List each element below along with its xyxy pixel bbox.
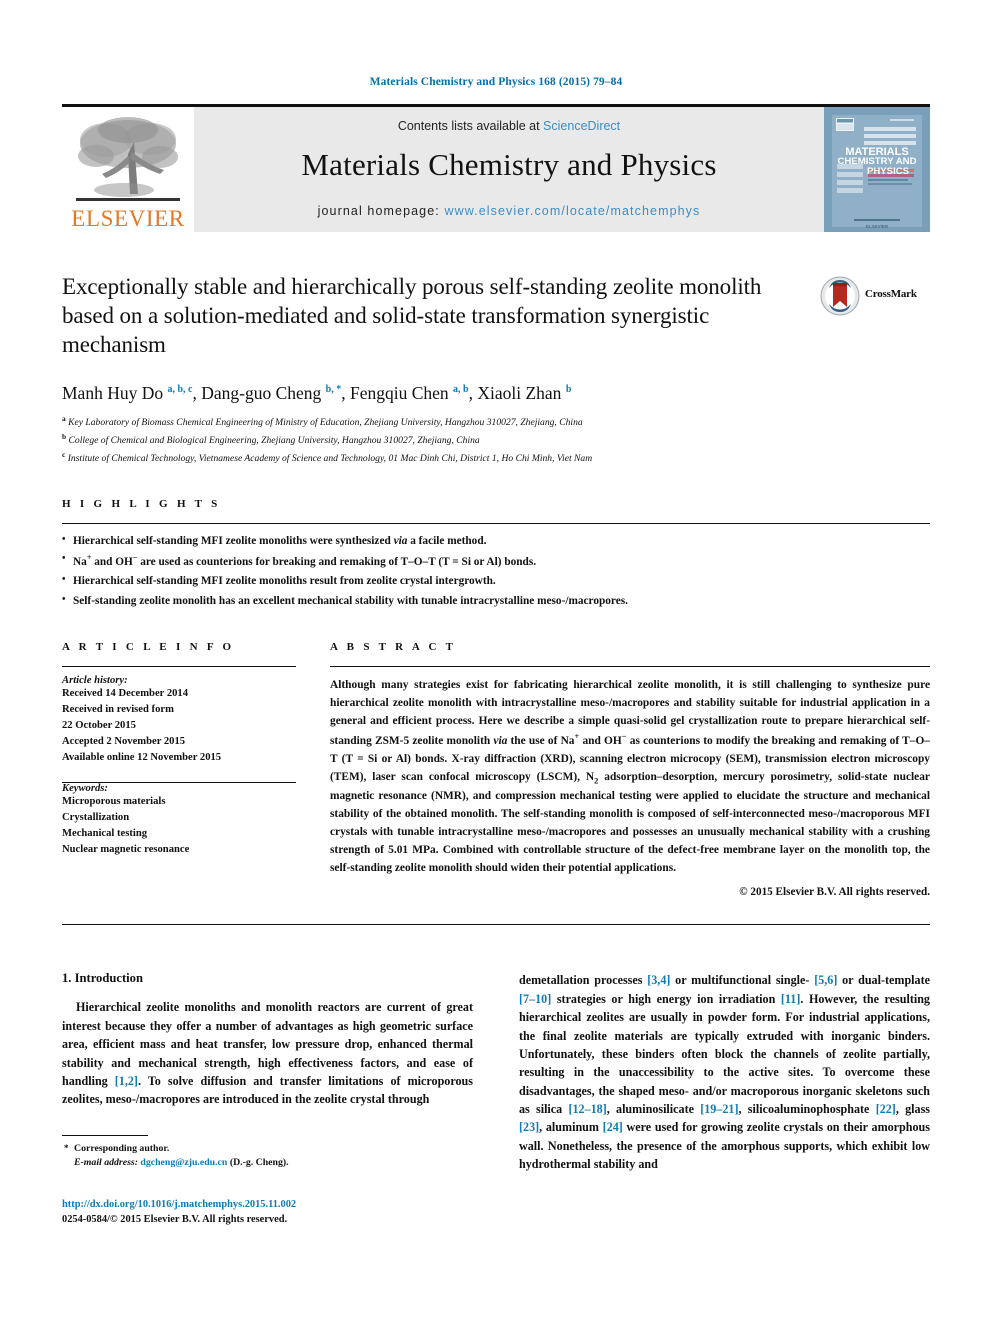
article-history-label: Article history: <box>62 674 128 686</box>
article-info-column: A R T I C L E I N F O Article history: R… <box>62 641 330 899</box>
introduction-paragraph-right: demetallation processes [3,4] or multifu… <box>519 973 930 1172</box>
affiliation-c-text: Institute of Chemical Technology, Vietna… <box>67 453 593 465</box>
footer-block: http://dx.doi.org/10.1016/j.matchemphys.… <box>62 1197 473 1227</box>
homepage-prefix: journal homepage: <box>317 204 445 218</box>
history-line-3: 22 October 2015 <box>62 719 136 731</box>
author-list: Manh Huy Do a, b, c, Dang-guo Cheng b, *… <box>62 382 572 403</box>
author-3-marks: a, b <box>453 383 469 395</box>
highlight-item-2: Na+ and OH− are used as counterions for … <box>62 550 930 572</box>
author-4-name: Xiaoli Zhan <box>477 382 562 403</box>
keywords-label: Keywords: <box>62 783 108 795</box>
author-4: Xiaoli Zhan b <box>477 383 571 403</box>
doi-link[interactable]: http://dx.doi.org/10.1016/j.matchemphys.… <box>62 1197 473 1212</box>
affiliation-b-mark: b <box>62 432 67 442</box>
body-columns: 1. Introduction Hierarchical zeolite mon… <box>62 971 930 1227</box>
affiliation-b-text: College of Chemical and Biological Engin… <box>68 435 480 447</box>
abstract-text: Although many strategies exist for fabri… <box>330 678 931 875</box>
abstract-rule <box>330 665 930 667</box>
corresponding-author-text: Corresponding author. <box>74 1142 170 1154</box>
author-1-name: Manh Huy Do <box>62 382 164 403</box>
highlights-rule <box>62 522 930 524</box>
introduction-heading: 1. Introduction <box>62 971 143 986</box>
keyword-2: Crystallization <box>62 812 130 824</box>
highlight-item-1: Hierarchical self-standing MFI zeolite m… <box>62 530 930 551</box>
crossmark-label: CrossMark <box>865 288 917 300</box>
email-label: E-mail address: <box>74 1157 138 1169</box>
body-column-left: 1. Introduction Hierarchical zeolite mon… <box>62 971 473 1227</box>
abstract-heading: A B S T R A C T <box>330 640 457 653</box>
affiliation-a-mark: a <box>62 414 66 424</box>
history-line-4: Accepted 2 November 2015 <box>62 735 186 747</box>
affiliation-b: b College of Chemical and Biological Eng… <box>62 431 930 449</box>
journal-banner: ELSEVIER Contents lists available at Sci… <box>62 104 930 232</box>
affiliation-c-mark: c <box>62 450 66 460</box>
section-divider <box>62 924 930 926</box>
issn-copyright-line: 0254-0584/© 2015 Elsevier B.V. All right… <box>62 1214 288 1226</box>
affiliation-a: a Key Laboratory of Biomass Chemical Eng… <box>62 413 930 431</box>
affiliation-c: c Institute of Chemical Technology, Viet… <box>62 449 930 467</box>
keyword-3: Mechanical testing <box>62 828 148 840</box>
keyword-1: Microporous materials <box>62 796 166 808</box>
author-1-marks: a, b, c <box>167 383 193 395</box>
abstract-column: A B S T R A C T Although many strategies… <box>330 640 931 899</box>
banner-center: Contents lists available at ScienceDirec… <box>194 107 824 232</box>
footnote-rule <box>62 1134 148 1136</box>
author-4-marks: b <box>565 383 572 395</box>
elsevier-logo: ELSEVIER <box>62 107 194 232</box>
article-info-heading: A R T I C L E I N F O <box>62 640 235 653</box>
keyword-4: Nuclear magnetic resonance <box>62 844 190 856</box>
highlight-item-4: Self-standing zeolite monolith has an ex… <box>62 591 930 611</box>
history-line-2: Received in revised form <box>62 703 174 715</box>
author-2-name: Dang-guo Cheng <box>201 382 322 403</box>
article-history-block: Article history: Received 14 December 20… <box>62 675 296 765</box>
affiliation-list: a Key Laboratory of Biomass Chemical Eng… <box>62 413 930 467</box>
sciencedirect-link[interactable]: ScienceDirect <box>543 119 620 133</box>
author-1: Manh Huy Do a, b, c <box>62 383 192 403</box>
title-block: Exceptionally stable and hierarchically … <box>62 272 930 360</box>
history-line-5: Available online 12 November 2015 <box>62 751 222 763</box>
author-2: Dang-guo Cheng b, * <box>201 383 341 403</box>
author-3-name: Fengqiu Chen <box>349 382 449 403</box>
email-note: E-mail address: dgcheng@zju.edu.cn (D.-g… <box>62 1156 473 1171</box>
crossmark-badge[interactable]: CrossMark <box>820 272 930 360</box>
body-column-right: demetallation processes [3,4] or multifu… <box>519 971 930 1227</box>
highlight-item-3: Hierarchical self-standing MFI zeolite m… <box>62 571 930 591</box>
highlights-heading: H I G H L I G H T S <box>62 497 221 510</box>
page-title: Exceptionally stable and hierarchically … <box>62 274 762 358</box>
elsevier-wordmark: ELSEVIER <box>71 206 185 231</box>
email-suffix: (D.-g. Cheng). <box>229 1157 289 1169</box>
highlights-list: Hierarchical self-standing MFI zeolite m… <box>62 530 930 611</box>
affiliation-a-text: Key Laboratory of Biomass Chemical Engin… <box>68 417 583 429</box>
article-page: Materials Chemistry and Physics 168 (201… <box>0 0 992 1323</box>
contents-list-line: Contents lists available at ScienceDirec… <box>398 119 620 133</box>
cover-artwork: MATERIALS CHEMISTRY AND PHYSICS ELSEVIER <box>824 107 930 232</box>
abstract-copyright: © 2015 Elsevier B.V. All rights reserved… <box>739 886 930 899</box>
article-info-rule <box>62 665 296 667</box>
footnote-area: * Corresponding author. E-mail address: d… <box>62 1134 473 1171</box>
crossmark-icon <box>820 276 860 316</box>
info-abstract-section: A R T I C L E I N F O Article history: R… <box>62 640 931 899</box>
keywords-block: Keywords: Microporous materials Crystall… <box>62 782 296 858</box>
running-head: Materials Chemistry and Physics 168 (201… <box>369 76 623 88</box>
elsevier-tree-icon <box>76 117 180 201</box>
journal-cover-thumbnail: MATERIALS CHEMISTRY AND PHYSICS ELSEVIER <box>824 107 930 232</box>
author-2-marks: b, * <box>325 383 342 395</box>
journal-title: Materials Chemistry and Physics <box>301 147 717 182</box>
email-link[interactable]: dgcheng@zju.edu.cn <box>140 1157 227 1168</box>
journal-homepage-link[interactable]: www.elsevier.com/locate/matchemphys <box>444 204 700 218</box>
asterisk-icon: * <box>64 1142 69 1153</box>
svg-text:PHYSICS: PHYSICS <box>867 166 910 177</box>
corresponding-author-note: * Corresponding author. <box>62 1142 473 1157</box>
highlights-section: H I G H L I G H T S Hierarchical self-st… <box>62 498 930 611</box>
journal-homepage-line: journal homepage: www.elsevier.com/locat… <box>318 204 701 218</box>
introduction-paragraph-left: Hierarchical zeolite monoliths and monol… <box>62 1000 473 1107</box>
contents-prefix: Contents lists available at <box>397 119 544 133</box>
history-line-1: Received 14 December 2014 <box>62 687 189 699</box>
author-3: Fengqiu Chen a, b <box>350 383 469 403</box>
svg-text:ELSEVIER: ELSEVIER <box>866 224 889 229</box>
